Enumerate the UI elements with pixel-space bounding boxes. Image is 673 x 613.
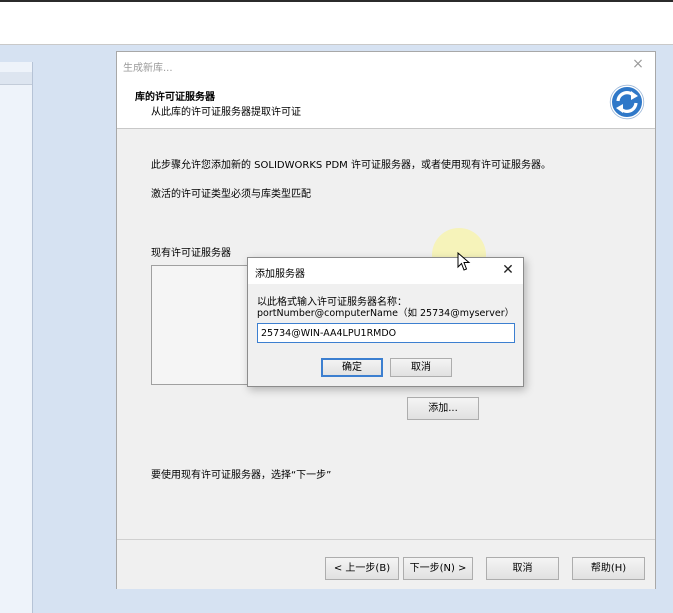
cancel-button[interactable]: 取消 [486, 557, 559, 580]
next-step-hint: 要使用现有许可证服务器，选择“下一步” [151, 470, 332, 481]
add-server-button[interactable]: 添加... [407, 397, 479, 420]
dialog-prompt-line2: portNumber@computerName（如 25734@myserver… [257, 308, 515, 319]
left-panel-strip [0, 72, 32, 85]
host-left-panel [0, 62, 33, 613]
host-app-toolbar [0, 2, 673, 45]
next-button[interactable]: 下一步(N) > [403, 557, 473, 580]
ok-button[interactable]: 确定 [321, 358, 383, 377]
dialog-title: 添加服务器 [255, 269, 305, 280]
dialog-close-icon[interactable]: ✕ [499, 261, 517, 279]
wizard-header: 库的许可证服务器 从此库的许可证服务器提取许可证 [117, 80, 655, 129]
wizard-header-title: 库的许可证服务器 [135, 92, 215, 103]
license-type-note: 激活的许可证类型必须与库类型匹配 [151, 189, 311, 200]
wizard-window-title: 生成新库... [123, 63, 173, 74]
wizard-header-subtitle: 从此库的许可证服务器提取许可证 [151, 107, 301, 118]
back-button[interactable]: < 上一步(B) [325, 557, 399, 580]
dialog-titlebar: 添加服务器 ✕ [248, 258, 523, 284]
wizard-close-icon[interactable]: × [629, 55, 647, 73]
help-button[interactable]: 帮助(H) [572, 557, 645, 580]
wizard-titlebar: 生成新库... × [117, 52, 655, 80]
wizard-footer: < 上一步(B) 下一步(N) > 取消 帮助(H) [117, 539, 655, 589]
dialog-cancel-button[interactable]: 取消 [390, 358, 452, 377]
add-server-dialog: 添加服务器 ✕ 以此格式输入许可证服务器名称： portNumber@compu… [247, 257, 524, 387]
mouse-pointer-icon [457, 252, 471, 271]
pdm-sync-arrows-icon [609, 84, 645, 120]
server-name-input[interactable] [257, 323, 515, 343]
existing-servers-label: 现有许可证服务器 [151, 248, 231, 259]
intro-text: 此步骤允许您添加新的 SOLIDWORKS PDM 许可证服务器，或者使用现有许… [151, 160, 551, 171]
